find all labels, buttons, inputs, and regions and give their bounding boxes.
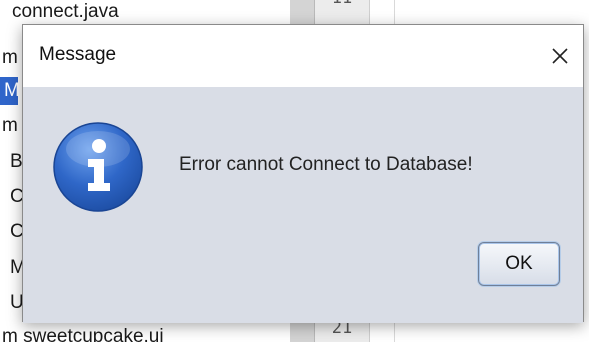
tree-row[interactable]: connect.java <box>12 0 119 26</box>
dialog-titlebar[interactable]: Message <box>23 25 583 87</box>
dialog-content: Error cannot Connect to Database! OK <box>23 87 583 323</box>
line-number: 11 <box>315 0 369 8</box>
tree-row[interactable]: m sweetcupcake.ui <box>2 323 164 342</box>
tree-row-selected[interactable]: M <box>0 77 20 105</box>
tree-row[interactable]: m <box>2 44 18 72</box>
info-icon <box>53 122 143 212</box>
screen: connect.java m M m B C C M U m sweetcupc… <box>0 0 589 342</box>
close-icon <box>552 48 568 64</box>
tree-row[interactable]: B <box>10 148 23 176</box>
dialog-title: Message <box>39 44 117 65</box>
close-button[interactable] <box>537 25 583 87</box>
dialog-message: Error cannot Connect to Database! <box>179 154 473 175</box>
message-dialog: Message Error cannot Connect to Database… <box>22 24 584 323</box>
tree-row[interactable]: m <box>2 112 18 140</box>
ok-button[interactable]: OK <box>478 242 560 286</box>
